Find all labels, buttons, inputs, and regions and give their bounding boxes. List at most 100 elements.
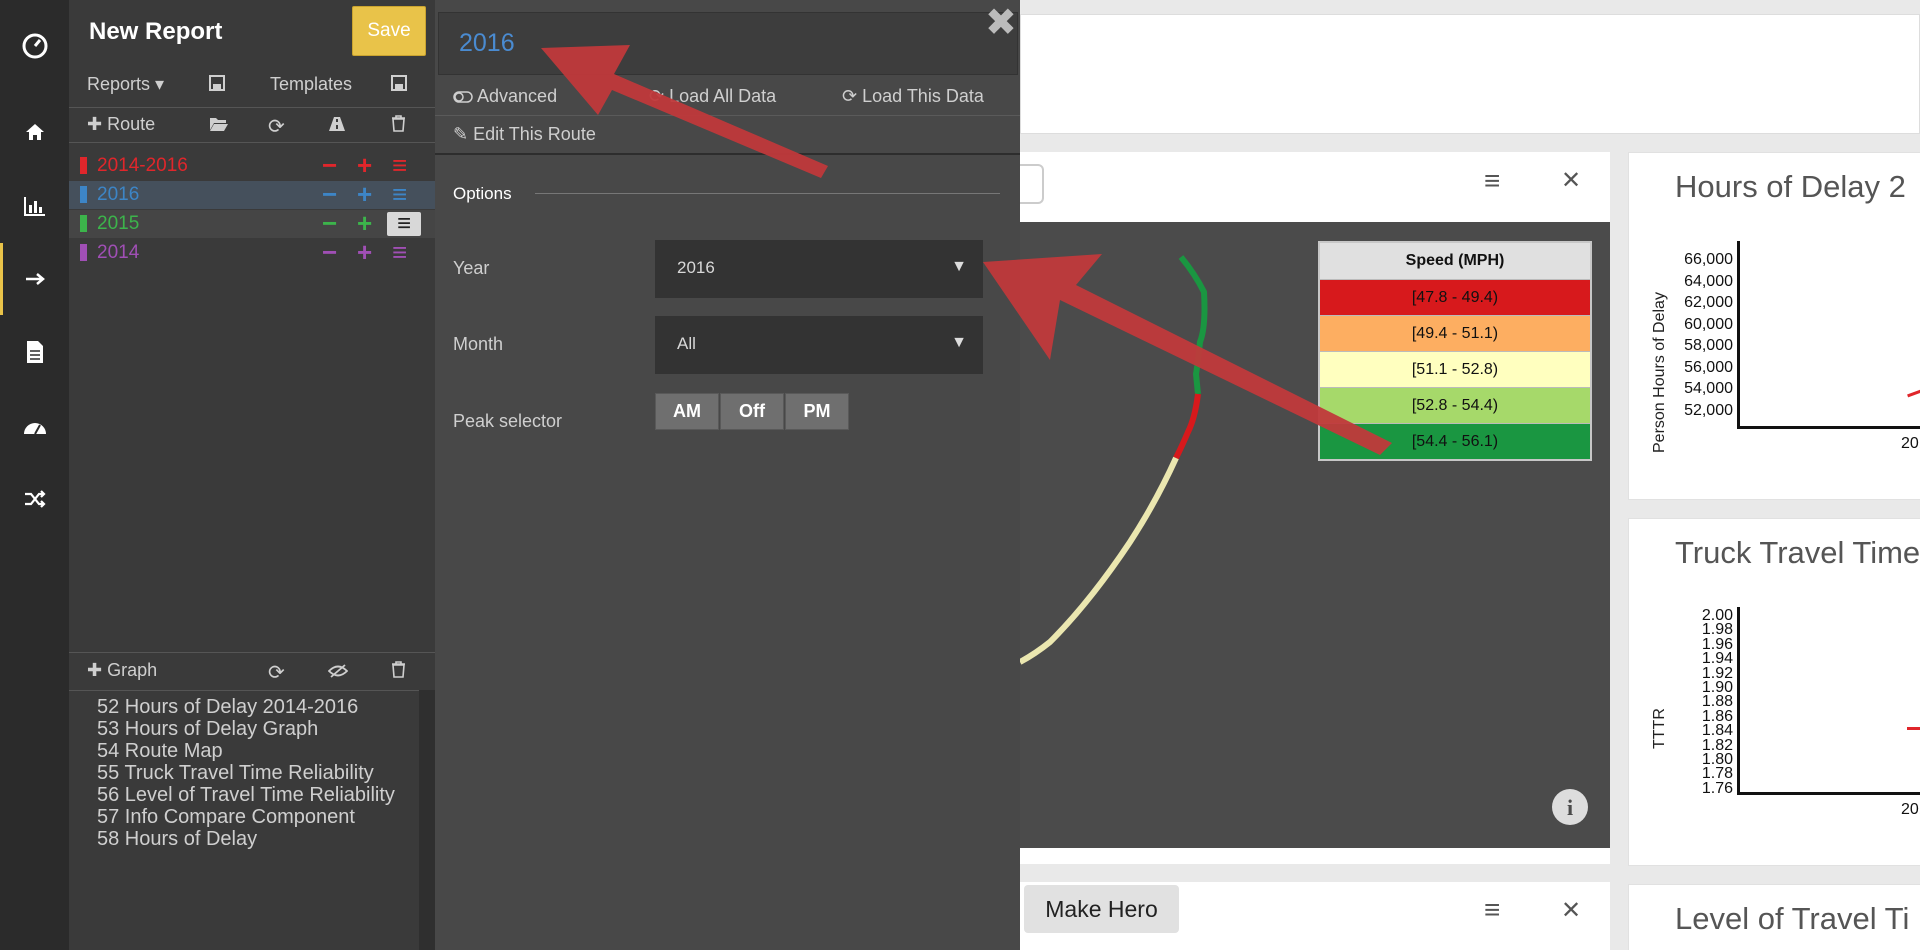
year-value: 2016 (677, 258, 715, 277)
route-menu-icon[interactable]: ≡ (392, 239, 407, 265)
add-route-copy-button[interactable]: + (357, 210, 372, 236)
y-tick-label: 56,000 (1684, 358, 1733, 376)
legend-bin: [52.8 - 54.4) (1320, 387, 1590, 423)
x-tick-label: 2014 (1901, 435, 1920, 452)
options-heading: Options (453, 184, 512, 203)
add-graph-button[interactable]: ✚ Graph (87, 660, 157, 681)
chart-title: Truck Travel Time (1675, 535, 1920, 570)
month-label: Month (453, 334, 504, 354)
speed-legend: Speed (MPH) [47.8 - 49.4) [49.4 - 51.1) … (1318, 241, 1592, 461)
add-route-copy-button[interactable]: + (357, 239, 372, 265)
chart-title: Hours of Delay 2 (1675, 169, 1906, 204)
year-select[interactable]: 2016 ▼ (655, 240, 983, 298)
load-all-data-button[interactable]: ⟳ Load All Data (649, 86, 776, 107)
y-axis-label: Person Hours of Delay (1651, 292, 1668, 453)
add-route-copy-button[interactable]: + (357, 181, 372, 207)
month-select[interactable]: All ▼ (655, 316, 983, 374)
graph-list-scrollbar[interactable] (419, 690, 435, 950)
month-value: All (677, 334, 696, 353)
route-name: 2016 (97, 184, 140, 205)
route-editor-panel: ✖ Advanced ⟳ Load All Data ⟳ Load This D… (435, 0, 1020, 950)
remove-route-button[interactable]: − (322, 239, 337, 265)
refresh-graphs-icon[interactable]: ⟳ (268, 660, 285, 685)
y-axis-label: TTTR (1651, 708, 1668, 749)
y-axis (1737, 607, 1740, 795)
card-close-icon[interactable]: ✕ (1561, 166, 1581, 195)
save-report-icon[interactable] (209, 75, 225, 96)
y-axis (1737, 241, 1740, 429)
series-line (1907, 727, 1920, 730)
shuffle-icon[interactable] (0, 463, 69, 535)
folder-open-icon[interactable] (209, 116, 229, 137)
templates-menu[interactable]: Templates (270, 74, 352, 95)
road-icon[interactable] (328, 116, 346, 137)
divider (69, 690, 435, 691)
route-row[interactable]: 2014-2016 − + ≡ (69, 152, 435, 180)
reports-menu[interactable]: Reports ▾ (87, 74, 164, 95)
card-menu-icon[interactable]: ≡ (1484, 894, 1500, 926)
document-icon[interactable] (0, 316, 69, 388)
legend-bin: [54.4 - 56.1) (1320, 423, 1590, 459)
remove-route-button[interactable]: − (322, 152, 337, 178)
route-menu-icon[interactable]: ≡ (392, 152, 407, 178)
graph-list: 52 Hours of Delay 2014-2016 53 Hours of … (97, 696, 397, 850)
close-icon[interactable]: ✖ (985, 0, 1017, 45)
peak-pm-button[interactable]: PM (785, 393, 849, 430)
trash-graphs-icon[interactable] (391, 661, 406, 683)
route-row[interactable]: 2016 − + ≡ (69, 181, 435, 209)
refresh-icon[interactable]: ⟳ (268, 114, 285, 139)
route-swatch (80, 244, 87, 261)
save-button[interactable]: Save (352, 6, 426, 56)
divider (69, 107, 435, 108)
edit-route-button[interactable]: ✎ Edit This Route (453, 124, 596, 145)
gauge-icon[interactable] (0, 390, 69, 462)
dashboard-icon[interactable] (0, 10, 69, 82)
peak-off-button[interactable]: Off (720, 393, 784, 430)
chart-title: Level of Travel Ti (1675, 901, 1910, 936)
y-tick-label: 58,000 (1684, 337, 1733, 354)
x-axis (1737, 792, 1920, 795)
svg-text:i: i (1567, 795, 1573, 820)
remove-route-button[interactable]: − (322, 210, 337, 236)
divider (535, 193, 1000, 194)
route-name: 2014 (97, 242, 140, 263)
graph-list-item[interactable]: 52 Hours of Delay 2014-2016 (97, 696, 397, 718)
route-arrow-icon[interactable] (0, 243, 69, 315)
route-row[interactable]: 2015 − + ≡ (69, 210, 435, 238)
peak-selector-label: Peak selector (453, 411, 563, 431)
hours-of-delay-card: Hours of Delay 2 Person Hours of Delay 6… (1628, 152, 1920, 500)
route-menu-icon[interactable]: ≡ (392, 181, 407, 207)
home-icon[interactable] (0, 96, 69, 168)
peak-am-button[interactable]: AM (655, 393, 719, 430)
graph-list-item[interactable]: 53 Hours of Delay Graph (97, 718, 397, 740)
lock-icon[interactable] (1020, 164, 1044, 204)
graph-list-item[interactable]: 54 Route Map (97, 740, 397, 762)
x-tick-label: 2014 (1901, 801, 1920, 818)
graph-list-item[interactable]: 56 Level of Travel Time Reliability (97, 784, 397, 806)
card-menu-icon[interactable]: ≡ (1484, 165, 1500, 197)
route-name-input[interactable] (438, 12, 1018, 75)
add-route-copy-button[interactable]: + (357, 152, 372, 178)
remove-route-button[interactable]: − (322, 181, 337, 207)
graph-list-item[interactable]: 58 Hours of Delay (97, 828, 397, 850)
level-of-travel-card: Level of Travel Ti (1628, 884, 1920, 950)
legend-bin: [47.8 - 49.4) (1320, 279, 1590, 315)
trash-icon[interactable] (391, 115, 406, 137)
y-tick-label: 1.76 (1701, 779, 1733, 797)
load-this-data-button[interactable]: ⟳ Load This Data (842, 86, 984, 107)
report-title: New Report (89, 18, 223, 45)
dropdown-caret-icon: ▼ (951, 258, 967, 275)
graph-list-item[interactable]: 55 Truck Travel Time Reliability (97, 762, 397, 784)
card-close-icon[interactable]: ✕ (1561, 896, 1581, 925)
route-name: 2014-2016 (97, 155, 188, 176)
advanced-toggle[interactable]: Advanced (453, 86, 557, 107)
make-hero-button[interactable]: Make Hero (1024, 885, 1179, 933)
hide-graphs-icon[interactable] (327, 662, 349, 683)
y-tick-label: 52,000 (1684, 401, 1733, 419)
route-menu-icon[interactable]: ≡ (387, 212, 421, 236)
bar-chart-icon[interactable] (0, 170, 69, 242)
route-row[interactable]: 2014 − + ≡ (69, 239, 435, 267)
add-route-button[interactable]: ✚ Route (87, 114, 155, 135)
graph-list-item[interactable]: 57 Info Compare Component (97, 806, 397, 828)
save-template-icon[interactable] (391, 75, 407, 96)
